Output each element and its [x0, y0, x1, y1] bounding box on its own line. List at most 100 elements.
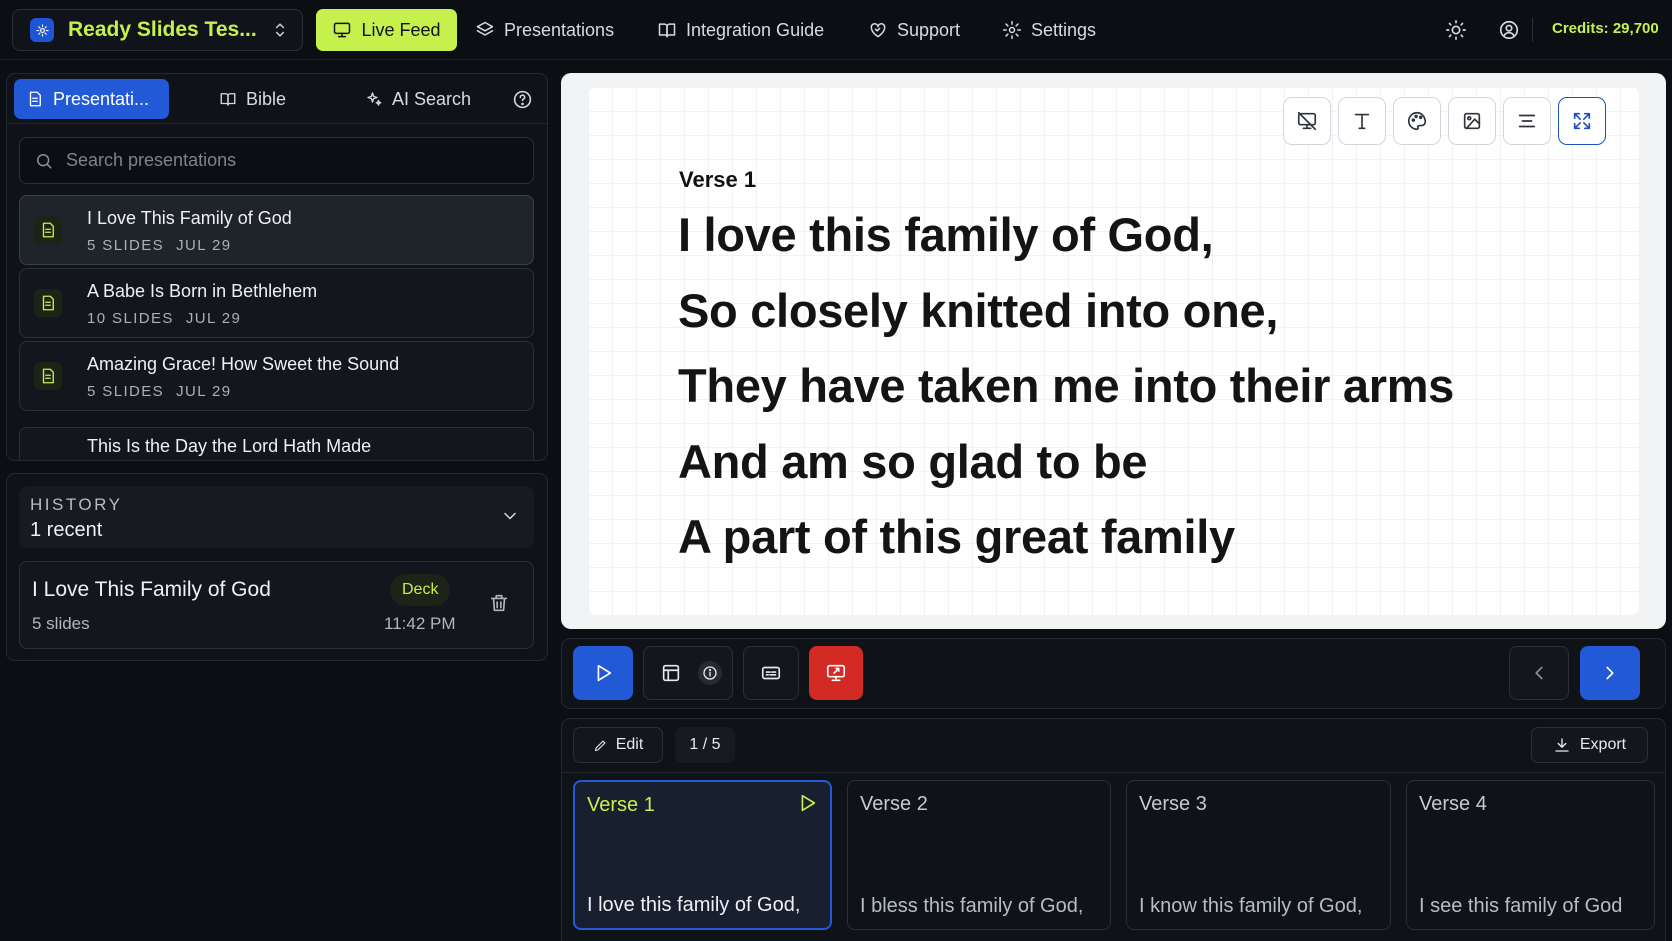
- slide-line: So closely knitted into one,: [678, 283, 1279, 337]
- captions-button[interactable]: [743, 646, 799, 700]
- pencil-icon: [594, 740, 606, 751]
- nav-integration-guide-label: Integration Guide: [686, 19, 825, 40]
- background-image-button[interactable]: [1448, 97, 1496, 145]
- palette-icon: [1408, 111, 1427, 131]
- presentation-slide-count: 5 SLIDES: [87, 383, 165, 400]
- slide-preview: Verse 1 I love this family of God, So cl…: [588, 87, 1639, 615]
- image-icon: [1463, 112, 1481, 130]
- gear-icon: [1002, 20, 1022, 40]
- chevron-up-down-icon: [270, 20, 290, 40]
- trash-icon[interactable]: [488, 592, 510, 614]
- slide-section-label: Verse 1: [679, 167, 757, 192]
- nav-support[interactable]: Support: [868, 9, 960, 51]
- presentation-meta: 5 SLIDES JUL 29: [87, 383, 231, 400]
- edit-button-label: Edit: [615, 736, 644, 753]
- slide-card-title: Verse 2: [860, 793, 928, 815]
- presentation-date: JUL 29: [176, 237, 232, 254]
- slide-card[interactable]: Verse 3 I know this family of God,: [1126, 780, 1391, 930]
- cast-button[interactable]: [809, 646, 863, 700]
- download-icon: [1555, 738, 1569, 752]
- text-icon: [1354, 113, 1370, 130]
- workspace-logo-icon: [30, 18, 54, 42]
- help-button[interactable]: [512, 79, 533, 119]
- presentations-panel: Presentati... Bible AI Search I Love Thi…: [6, 73, 548, 461]
- tab-bible[interactable]: Bible: [219, 79, 286, 119]
- history-item-slides: 5 slides: [32, 614, 90, 633]
- sparkles-icon: [367, 92, 382, 106]
- edit-button[interactable]: Edit: [573, 727, 663, 763]
- history-item[interactable]: I Love This Family of God 5 slides Deck …: [19, 561, 534, 649]
- search-input[interactable]: [66, 150, 506, 171]
- align-button[interactable]: [1503, 97, 1551, 145]
- slide-line: They have taken me into their arms: [678, 359, 1455, 412]
- theme-button[interactable]: [1393, 97, 1441, 145]
- text-style-button[interactable]: [1338, 97, 1386, 145]
- tab-ai-search[interactable]: AI Search: [365, 79, 471, 119]
- layout-icon: [662, 664, 680, 682]
- info-icon[interactable]: [698, 661, 722, 685]
- presentation-meta: 5 SLIDES JUL 29: [87, 237, 231, 254]
- tab-bible-label: Bible: [246, 88, 287, 109]
- sun-icon[interactable]: [1445, 19, 1467, 41]
- slide-toolbar: [1283, 97, 1606, 145]
- top-bar: Ready Slides Tes... Live Feed Presentati…: [0, 0, 1672, 60]
- playback-controls: [561, 638, 1666, 709]
- document-icon: [34, 216, 62, 244]
- play-button[interactable]: [573, 646, 633, 700]
- document-icon: [34, 362, 62, 390]
- top-divider: [1532, 18, 1533, 42]
- nav-live-feed-label: Live Feed: [361, 19, 441, 40]
- slide-card-text: I know this family of God,: [1139, 895, 1363, 917]
- status-badge: Deck: [390, 574, 451, 606]
- history-item-title: I Love This Family of God: [32, 578, 271, 601]
- presentation-title: This Is the Day the Lord Hath Made: [87, 436, 372, 456]
- expand-icon: [1573, 112, 1591, 130]
- slide-line: A part of this great family: [678, 510, 1235, 563]
- page-indicator: 1 / 5: [675, 727, 735, 763]
- slide-strip: Edit 1 / 5 Export Verse 1 I love this fa…: [561, 718, 1666, 941]
- slide-card-text: I see this family of God: [1419, 895, 1623, 917]
- captions-icon: [761, 666, 781, 680]
- slide-card[interactable]: Verse 2 I bless this family of God,: [847, 780, 1111, 930]
- presentation-slide-count: 5 SLIDES: [87, 237, 165, 254]
- hide-display-button[interactable]: [1283, 97, 1331, 145]
- next-slide-button[interactable]: [1580, 646, 1640, 700]
- nav-support-label: Support: [897, 19, 961, 40]
- nav-integration-guide[interactable]: Integration Guide: [657, 9, 824, 51]
- slide-card[interactable]: Verse 1 I love this family of God,: [573, 780, 832, 930]
- tab-presentations[interactable]: Presentati...: [14, 79, 169, 119]
- slide-card-text: I bless this family of God,: [860, 895, 1084, 917]
- book-open-icon: [220, 93, 236, 106]
- user-circle-icon[interactable]: [1498, 19, 1520, 41]
- presentation-item[interactable]: This Is the Day the Lord Hath Made: [19, 427, 534, 460]
- export-button[interactable]: Export: [1531, 727, 1648, 763]
- workspace-name: Ready Slides Tes...: [68, 18, 257, 41]
- nav-settings-label: Settings: [1031, 19, 1097, 40]
- presentation-title: I Love This Family of God: [87, 208, 292, 228]
- slide-card-title: Verse 3: [1139, 793, 1207, 815]
- nav-presentations[interactable]: Presentations: [475, 9, 614, 51]
- fullscreen-button[interactable]: [1558, 97, 1606, 145]
- presentation-item[interactable]: Amazing Grace! How Sweet the Sound 5 SLI…: [19, 341, 534, 411]
- help-circle-icon: [513, 90, 532, 108]
- layout-button[interactable]: [643, 646, 733, 700]
- slide-card-text: I love this family of God,: [587, 894, 801, 916]
- presentation-item[interactable]: A Babe Is Born in Bethlehem 10 SLIDES JUL…: [19, 268, 534, 338]
- previous-slide-button[interactable]: [1509, 646, 1569, 700]
- history-count: 1 recent: [30, 519, 103, 541]
- play-icon[interactable]: [796, 792, 818, 814]
- history-label: HISTORY: [30, 495, 123, 514]
- presentation-item[interactable]: I Love This Family of God 5 SLIDES JUL 29: [19, 195, 534, 265]
- workspace-switcher[interactable]: Ready Slides Tes...: [12, 9, 303, 51]
- nav-settings[interactable]: Settings: [1002, 9, 1096, 51]
- nav-live-feed[interactable]: Live Feed: [316, 9, 457, 51]
- document-icon: [34, 289, 62, 317]
- history-header[interactable]: HISTORY 1 recent: [19, 486, 534, 548]
- slide-preview-frame: Verse 1 I love this family of God, So cl…: [561, 73, 1666, 629]
- monitor-icon: [334, 22, 351, 38]
- slide-line: I love this family of God,: [678, 208, 1214, 261]
- slide-card[interactable]: Verse 4 I see this family of God: [1406, 780, 1655, 930]
- presentation-meta: 10 SLIDES JUL 29: [87, 310, 241, 327]
- nav-presentations-label: Presentations: [504, 19, 615, 40]
- slide-line: And am so glad to be: [678, 434, 1148, 488]
